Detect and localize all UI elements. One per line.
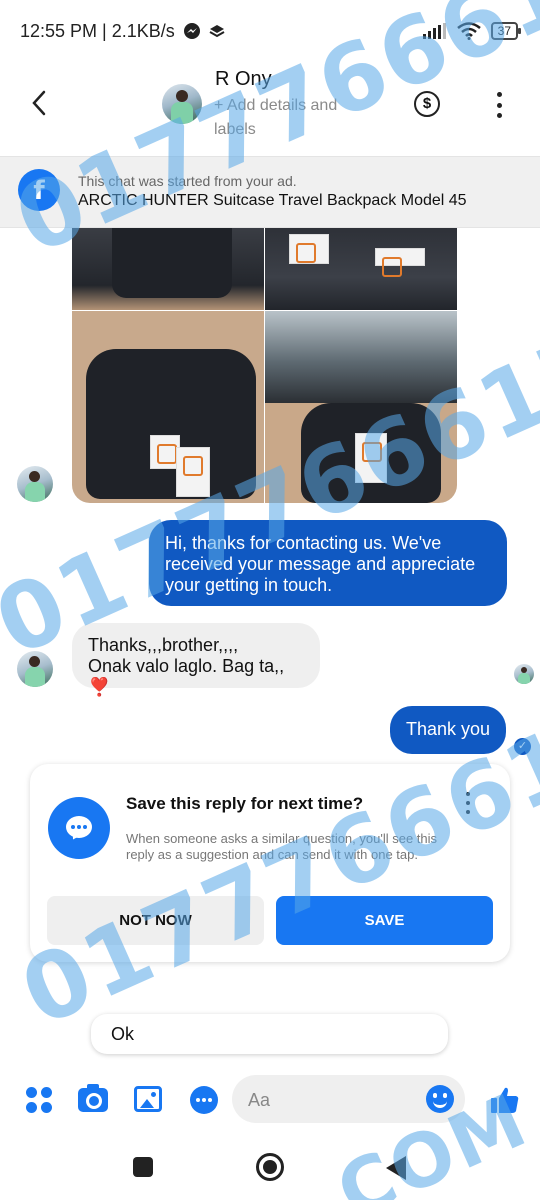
ad-banner-note: This chat was started from your ad. <box>78 173 297 189</box>
ad-product-title: ARCTIC HUNTER Suitcase Travel Backpack M… <box>78 192 467 209</box>
heart-emoji-icon: ❣️ <box>88 677 111 697</box>
emoji-icon[interactable] <box>426 1085 454 1113</box>
facebook-icon: f <box>18 169 60 211</box>
incoming-message-text: Onak valo laglo. Bag ta,, <box>88 656 285 676</box>
suggested-reply-chip[interactable]: Ok <box>91 1014 448 1054</box>
add-details-link[interactable]: + Add details and labels <box>214 94 374 142</box>
delivered-check-icon: ✓ <box>514 738 531 755</box>
camera-icon[interactable] <box>78 1084 108 1112</box>
payment-dollar-icon[interactable]: $ <box>414 91 440 117</box>
save-reply-description: When someone asks a similar question, yo… <box>126 831 438 862</box>
saved-replies-icon[interactable] <box>190 1086 218 1114</box>
incoming-message-line2: Onak valo laglo. Bag ta,, ❣️ <box>88 656 304 698</box>
back-triangle-icon[interactable] <box>386 1156 406 1180</box>
not-now-button[interactable]: NOT NOW <box>47 896 264 945</box>
message-input-placeholder: Aa <box>248 1090 271 1110</box>
contact-avatar[interactable] <box>162 84 202 124</box>
save-reply-card: Save this reply for next time? When some… <box>30 764 510 962</box>
chat-bubble-icon <box>48 797 110 859</box>
outgoing-message[interactable]: Hi, thanks for contacting us. We've rece… <box>149 520 507 606</box>
contact-name[interactable]: R Ony <box>215 68 272 91</box>
system-navigation-bar <box>0 1136 540 1200</box>
recent-apps-icon[interactable] <box>133 1157 153 1177</box>
product-photo-1[interactable] <box>72 228 264 310</box>
thumbs-up-icon[interactable] <box>490 1085 520 1115</box>
wifi-icon <box>456 22 481 40</box>
status-bar: 12:55 PM | 2.1KB/s 37 <box>0 0 540 62</box>
message-input[interactable]: Aa <box>232 1075 465 1123</box>
home-icon[interactable] <box>256 1153 284 1181</box>
chat-header: R Ony + Add details and labels $ <box>0 62 540 156</box>
battery-indicator: 37 <box>490 22 522 40</box>
messenger-notification-icon <box>183 23 200 39</box>
product-photo-4[interactable] <box>265 311 457 503</box>
outgoing-message[interactable]: Thank you <box>390 706 506 754</box>
signal-icon <box>422 23 446 39</box>
layers-notification-icon <box>209 25 225 38</box>
status-time-speed: 12:55 PM | 2.1KB/s <box>20 20 175 41</box>
gallery-icon[interactable] <box>134 1086 162 1112</box>
incoming-message-line1: Thanks,,,brother,,,, <box>88 635 239 655</box>
product-photo-3[interactable] <box>72 311 264 503</box>
seen-avatar <box>514 664 534 684</box>
product-photo-2[interactable] <box>265 228 457 310</box>
message-composer: Aa <box>0 1068 540 1130</box>
incoming-message[interactable]: Thanks,,,brother,,,, Onak valo laglo. Ba… <box>72 623 320 697</box>
ad-context-banner[interactable]: f This chat was started from your ad. AR… <box>0 156 540 228</box>
contact-avatar-small[interactable] <box>17 651 53 687</box>
status-right: 37 <box>422 22 522 40</box>
save-reply-title: Save this reply for next time? <box>126 794 364 813</box>
card-more-options-icon[interactable] <box>464 792 472 814</box>
more-options-icon[interactable] <box>490 92 508 118</box>
apps-grid-icon[interactable] <box>26 1087 52 1113</box>
status-left: 12:55 PM | 2.1KB/s <box>20 21 225 42</box>
save-button[interactable]: SAVE <box>276 896 493 945</box>
back-arrow-icon[interactable] <box>26 88 54 118</box>
contact-avatar-small[interactable] <box>17 466 53 502</box>
